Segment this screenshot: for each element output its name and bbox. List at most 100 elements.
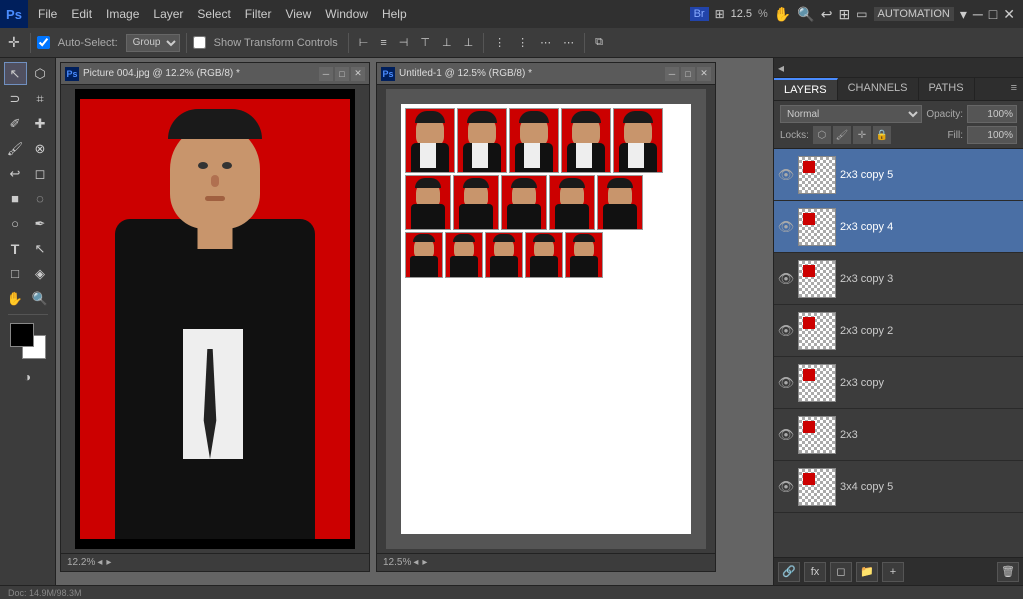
layer-item-4[interactable]: 👁 2x3 copy — [774, 357, 1023, 409]
stamp-tool[interactable]: ⊗ — [29, 137, 52, 160]
shape-tool[interactable]: □ — [4, 262, 27, 285]
bridge-button[interactable]: Br — [690, 7, 709, 21]
doc1-close[interactable]: ✕ — [351, 67, 365, 81]
gradient-tool[interactable]: ■ — [4, 187, 27, 210]
layer-5-visibility[interactable]: 👁 — [778, 427, 794, 443]
doc2-maximize[interactable]: □ — [681, 67, 695, 81]
layer-0-visibility[interactable]: 👁 — [778, 167, 794, 183]
new-group-button[interactable]: 📁 — [856, 562, 878, 582]
layer-4-visibility[interactable]: 👁 — [778, 375, 794, 391]
align-left-icon[interactable]: ⊢ — [355, 35, 373, 50]
align-right-icon[interactable]: ⊣ — [395, 35, 413, 50]
distribute-bottom-icon[interactable]: ⋯ — [559, 35, 578, 50]
panel-collapse-arrow[interactable]: ◂ — [778, 61, 784, 75]
zoom-tool[interactable]: 🔍 — [29, 287, 52, 310]
distribute-top-icon[interactable]: ⋯ — [536, 35, 555, 50]
brush-tool[interactable]: 🖌 — [4, 137, 27, 160]
hand-tool[interactable]: ✋ — [4, 287, 27, 310]
menu-image[interactable]: Image — [100, 5, 145, 23]
tab-paths[interactable]: PATHS — [919, 78, 975, 100]
screen-mode[interactable]: ⊞ — [838, 6, 850, 23]
layer-2-visibility[interactable]: 👁 — [778, 271, 794, 287]
menu-filter[interactable]: Filter — [239, 5, 278, 23]
maximize-app[interactable]: □ — [989, 6, 997, 22]
show-transform-checkbox[interactable] — [193, 36, 206, 49]
healing-tool[interactable]: ✚ — [29, 112, 52, 135]
3d-tool[interactable]: ◈ — [29, 262, 52, 285]
align-center-icon[interactable]: ≡ — [376, 36, 390, 50]
auto-align-icon[interactable]: ⧉ — [591, 35, 607, 50]
menu-layer[interactable]: Layer — [147, 5, 189, 23]
dodge-tool[interactable]: ○ — [4, 212, 27, 235]
close-app[interactable]: ✕ — [1003, 6, 1015, 23]
zoom-level[interactable]: 12.5 — [731, 8, 752, 20]
quick-mask-mode[interactable]: ◑ — [16, 365, 39, 388]
layer-item-0[interactable]: 👁 2x3 copy 5 — [774, 149, 1023, 201]
history-brush-tool[interactable]: ↩ — [4, 162, 27, 185]
tab-channels[interactable]: CHANNELS — [838, 78, 919, 100]
blend-mode-select[interactable]: Normal — [780, 105, 922, 123]
layer-1-visibility[interactable]: 👁 — [778, 219, 794, 235]
menu-window[interactable]: Window — [319, 5, 374, 23]
move-tool-icon[interactable]: ✛ — [4, 33, 24, 52]
auto-select-checkbox[interactable] — [37, 36, 50, 49]
link-layers-button[interactable]: 🔗 — [778, 562, 800, 582]
layer-item-5[interactable]: 👁 2x3 — [774, 409, 1023, 461]
doc2-close[interactable]: ✕ — [697, 67, 711, 81]
layer-3-visibility[interactable]: 👁 — [778, 323, 794, 339]
align-middle-icon[interactable]: ⊥ — [438, 35, 456, 50]
mini-bridge-button[interactable]: ⊞ — [715, 7, 725, 21]
menu-help[interactable]: Help — [376, 5, 413, 23]
align-bottom-icon[interactable]: ⊥ — [460, 35, 478, 50]
distribute-right-icon[interactable]: ⋮ — [513, 35, 532, 50]
screen-mode2[interactable]: ▭ — [856, 7, 867, 21]
opacity-input[interactable] — [967, 105, 1017, 123]
rotate-tool-header[interactable]: ↩ — [821, 6, 833, 23]
doc1-maximize[interactable]: □ — [335, 67, 349, 81]
pen-tool[interactable]: ✒ — [29, 212, 52, 235]
color-swatches[interactable] — [10, 323, 46, 359]
crop-tool[interactable]: ⌗ — [29, 87, 52, 110]
doc2-minimize[interactable]: ─ — [665, 67, 679, 81]
add-mask-button[interactable]: ◻ — [830, 562, 852, 582]
doc2-nav-right[interactable]: ▸ — [422, 557, 427, 568]
menu-edit[interactable]: Edit — [65, 5, 98, 23]
menu-select[interactable]: Select — [191, 5, 236, 23]
lock-all[interactable]: 🔒 — [873, 126, 891, 144]
foreground-color-swatch[interactable] — [10, 323, 34, 347]
lock-transparent-pixels[interactable]: ⬡ — [813, 126, 831, 144]
layer-fx-button[interactable]: fx — [804, 562, 826, 582]
panel-menu-icon[interactable]: ≡ — [1005, 78, 1023, 100]
layer-6-visibility[interactable]: 👁 — [778, 479, 794, 495]
workspace-label[interactable]: AUTOMATION — [874, 7, 954, 21]
blur-tool[interactable]: ◌ — [29, 187, 52, 210]
lock-position[interactable]: ✛ — [853, 126, 871, 144]
delete-layer-button[interactable]: 🗑 — [997, 562, 1019, 582]
layer-item-2[interactable]: 👁 2x3 copy 3 — [774, 253, 1023, 305]
doc2-nav-left[interactable]: ◂ — [413, 557, 418, 568]
zoom-tool-header[interactable]: 🔍 — [797, 6, 814, 23]
align-top-icon[interactable]: ⊤ — [416, 35, 434, 50]
layer-item-6[interactable]: 👁 3x4 copy 5 — [774, 461, 1023, 513]
menu-file[interactable]: File — [32, 5, 63, 23]
lasso-tool[interactable]: ⊃ — [4, 87, 27, 110]
menu-view[interactable]: View — [279, 5, 317, 23]
tab-layers[interactable]: LAYERS — [774, 78, 838, 100]
new-layer-button[interactable]: + — [882, 562, 904, 582]
path-selection-tool[interactable]: ↖ — [29, 237, 52, 260]
doc1-nav-left[interactable]: ◂ — [97, 557, 102, 568]
distribute-left-icon[interactable]: ⋮ — [490, 35, 509, 50]
eyedropper-tool[interactable]: ✐ — [4, 112, 27, 135]
fill-input[interactable] — [967, 126, 1017, 144]
workspace-arrow[interactable]: ▾ — [960, 6, 967, 23]
hand-tool-header[interactable]: ✋ — [774, 6, 791, 23]
eraser-tool[interactable]: ◻ — [29, 162, 52, 185]
layer-item-3[interactable]: 👁 2x3 copy 2 — [774, 305, 1023, 357]
type-tool[interactable]: T — [4, 237, 27, 260]
doc1-minimize[interactable]: ─ — [319, 67, 333, 81]
auto-select-dropdown[interactable]: Group — [126, 34, 180, 52]
magic-wand-tool[interactable]: ⬡ — [29, 62, 52, 85]
selection-tool[interactable]: ↖ — [4, 62, 27, 85]
minimize-app[interactable]: ─ — [973, 6, 983, 22]
layer-item-1[interactable]: 👁 2x3 copy 4 — [774, 201, 1023, 253]
